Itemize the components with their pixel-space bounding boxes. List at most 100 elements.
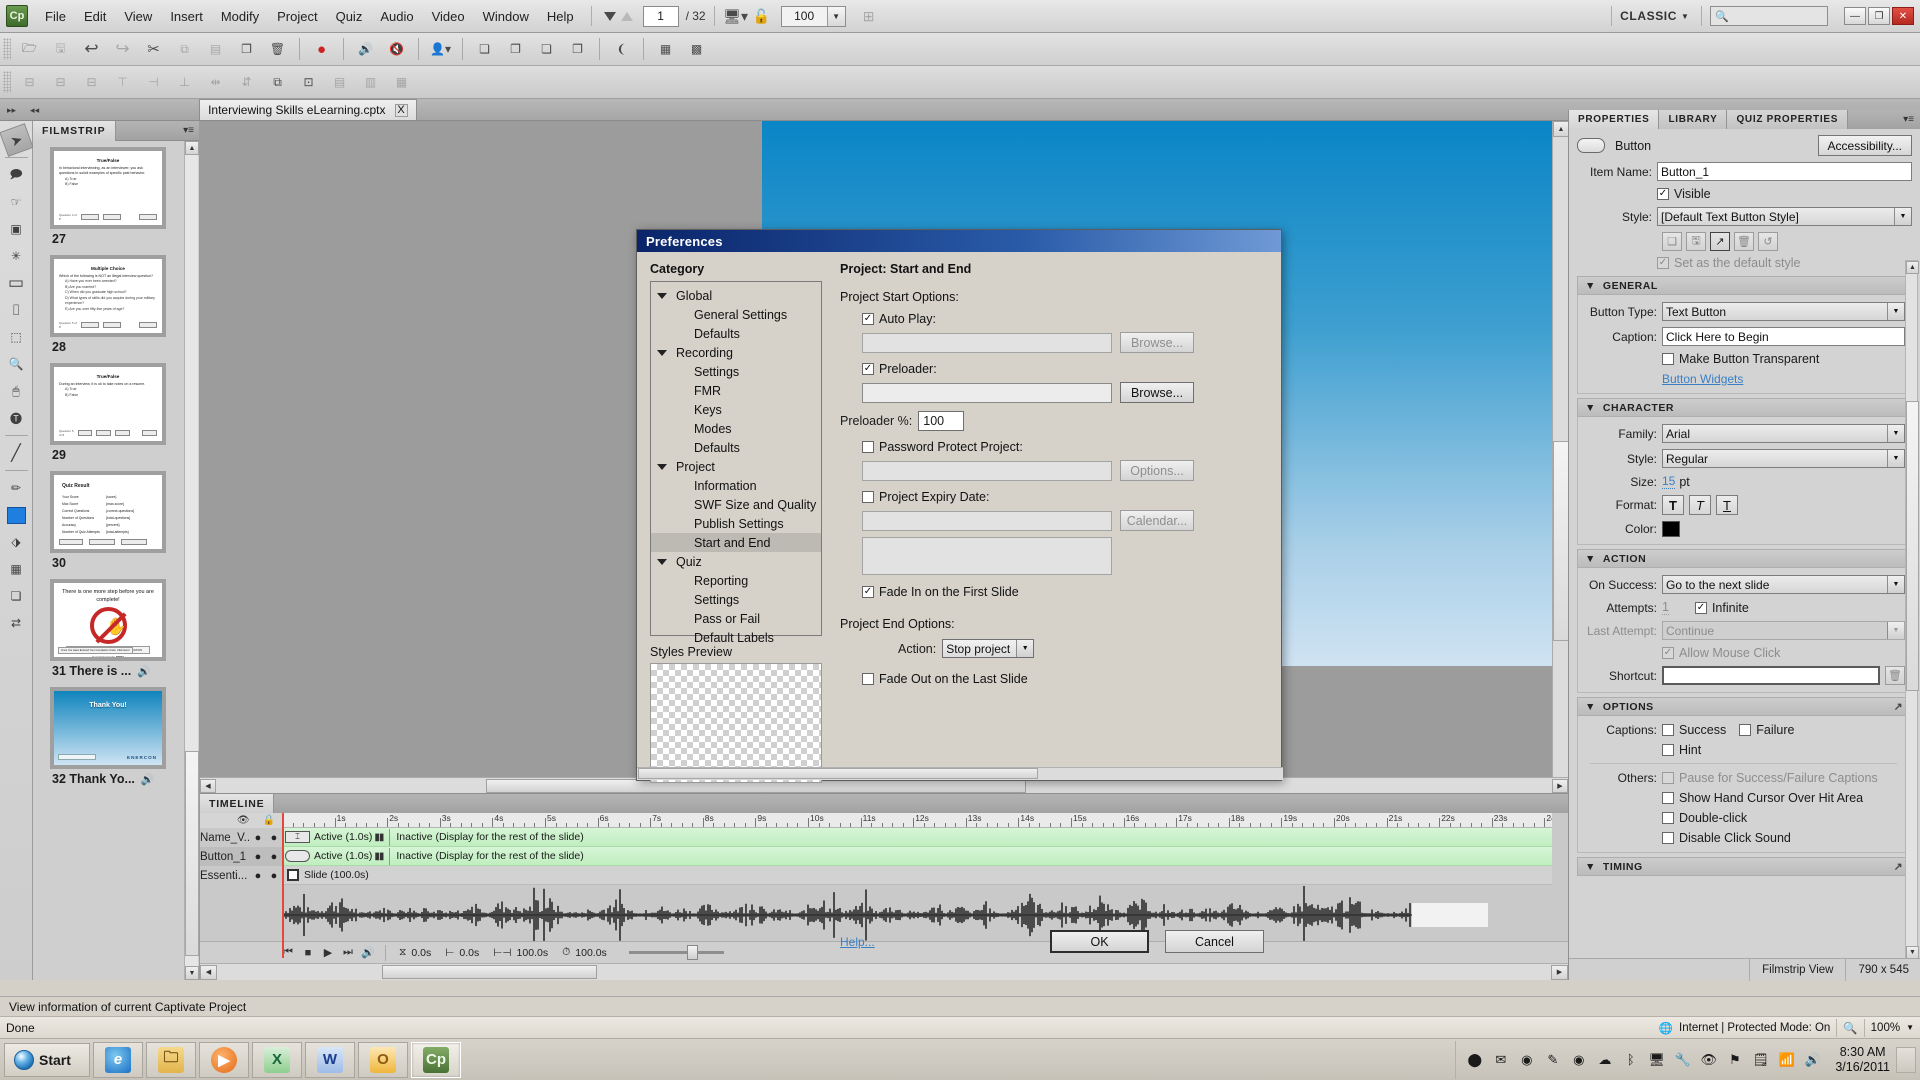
scroll-up-icon[interactable]: ▲ xyxy=(1553,121,1569,137)
chevron-down-icon[interactable]: ▼ xyxy=(1585,553,1596,565)
text-color-swatch[interactable] xyxy=(1662,521,1680,537)
tray-sync-icon[interactable]: ☁ xyxy=(1596,1051,1613,1068)
scrollbar-thumb[interactable] xyxy=(638,768,1038,779)
category-item-start-and-end[interactable]: Start and End xyxy=(651,533,821,552)
auto-play-input[interactable] xyxy=(862,332,1112,353)
double-click-checkbox[interactable] xyxy=(1662,812,1674,824)
align-top-icon[interactable]: ⊤ xyxy=(107,69,138,96)
stage-vertical-scrollbar[interactable]: ▲ ▼ xyxy=(1552,121,1569,793)
scrollbar-thumb[interactable] xyxy=(1906,401,1919,691)
chevron-down-icon[interactable]: ▼ xyxy=(826,6,845,26)
next-slide-icon[interactable] xyxy=(603,11,616,21)
filmstrip-scrollbar[interactable]: ▲ ▼ xyxy=(184,141,199,980)
category-item-quiz[interactable]: Quiz xyxy=(651,552,821,571)
expiry-date-checkbox[interactable] xyxy=(862,491,874,503)
success-caption-checkbox[interactable] xyxy=(1662,724,1674,736)
redo-icon[interactable]: ↪ xyxy=(107,36,138,63)
timeline-track[interactable]: ⌶ Active (1.0s) ▮▮ Inactive (Display for… xyxy=(282,828,1552,847)
font-size-value[interactable]: 15 xyxy=(1662,474,1676,489)
image-slide-icon[interactable]: ❏ xyxy=(531,36,562,63)
character-icon[interactable]: 👤▾ xyxy=(425,36,456,63)
visibility-toggle[interactable]: ● xyxy=(250,851,266,863)
auto-play-checkbox-group[interactable]: ✓ Auto Play: xyxy=(862,312,936,326)
category-item-project[interactable]: Project xyxy=(651,457,821,476)
pencil-tool[interactable]: ✏ xyxy=(3,475,30,501)
menu-window[interactable]: Window xyxy=(474,5,538,28)
scroll-left-icon[interactable]: ◀ xyxy=(200,778,216,793)
text-caption-icon[interactable]: ❨ xyxy=(606,36,637,63)
show-desktop-button[interactable] xyxy=(1896,1046,1916,1073)
menu-file[interactable]: File xyxy=(36,5,75,28)
accessibility-button[interactable]: Accessibility... xyxy=(1817,135,1912,156)
open-icon[interactable]: 🗁 xyxy=(14,36,45,63)
category-item-settings[interactable]: Settings xyxy=(651,362,821,381)
mouse-tool[interactable]: 🖱 xyxy=(3,378,30,404)
section-header-options[interactable]: ▼ OPTIONS ↗ xyxy=(1577,697,1912,716)
slide-thumbnail[interactable]: Quiz Result Your Score {score} Max Score {… xyxy=(50,471,166,553)
hand-cursor-checkbox[interactable] xyxy=(1662,792,1674,804)
ungroup-icon[interactable]: ▥ xyxy=(355,69,386,96)
menu-project[interactable]: Project xyxy=(268,5,326,28)
collapse-panels-icon[interactable]: ◂◂ xyxy=(23,100,46,120)
start-button[interactable]: Start xyxy=(4,1042,90,1077)
menu-edit[interactable]: Edit xyxy=(75,5,115,28)
chevron-down-icon[interactable] xyxy=(657,463,667,470)
apply-to-all-icon[interactable]: ↗ xyxy=(1894,861,1903,873)
expiry-message-input[interactable] xyxy=(862,537,1112,575)
previous-slide-icon[interactable] xyxy=(620,11,633,21)
distribute-h-icon[interactable]: ⇹ xyxy=(200,69,231,96)
tray-antivirus-icon[interactable]: ◉ xyxy=(1570,1051,1587,1068)
dialog-horizontal-scrollbar[interactable] xyxy=(637,767,1283,780)
selection-tool[interactable]: ➤ xyxy=(0,123,34,157)
chevron-down-icon[interactable] xyxy=(657,558,667,565)
slide-thumbnail[interactable]: Multiple Choice Which of the following i… xyxy=(50,255,166,337)
slide-thumbnail[interactable]: True/False During an interview, it is ok… xyxy=(50,363,166,445)
tray-eye-icon[interactable]: 👁 xyxy=(1700,1051,1718,1068)
scroll-down-icon[interactable]: ▼ xyxy=(185,966,199,980)
caption-input[interactable]: Click Here to Begin xyxy=(1662,327,1905,346)
align-right-icon[interactable]: ⊟ xyxy=(76,69,107,96)
list-item[interactable]: There is one more step before you are co… xyxy=(41,579,196,685)
panel-menu-icon[interactable]: ▾≡ xyxy=(1903,114,1914,125)
tray-bluetooth-icon[interactable]: ᛒ xyxy=(1622,1051,1639,1068)
tab-quiz-properties[interactable]: QUIZ PROPERTIES xyxy=(1727,110,1849,129)
align-center-icon[interactable]: ⊟ xyxy=(45,69,76,96)
category-item-general-settings[interactable]: General Settings xyxy=(651,305,821,324)
cut-icon[interactable]: ✂ xyxy=(138,36,169,63)
section-header-timing[interactable]: ▼ TIMING ↗ xyxy=(1577,857,1912,876)
category-item-reporting[interactable]: Reporting xyxy=(651,571,821,590)
play-button[interactable]: ▶ xyxy=(318,946,338,959)
maximize-button[interactable]: ❐ xyxy=(1868,7,1890,25)
duplicate-icon[interactable]: ❐ xyxy=(231,36,262,63)
workspace-label[interactable]: CLASSIC xyxy=(1620,9,1677,23)
timeline-track[interactable]: Active (1.0s) ▮▮ Inactive (Display for t… xyxy=(282,847,1552,866)
zoom-magnifier-icon[interactable]: 🔍 xyxy=(1843,1021,1857,1035)
timeline-row-name[interactable]: Essenti... ● ● xyxy=(200,866,282,885)
bring-forward-tool[interactable]: ❏ xyxy=(3,583,30,609)
fade-in-checkbox-group[interactable]: ✓ Fade In on the First Slide xyxy=(862,585,1019,599)
failure-caption-checkbox[interactable] xyxy=(1739,724,1752,736)
chevron-down-icon[interactable]: ▼ xyxy=(1585,701,1596,713)
zoom-value[interactable]: 100 xyxy=(782,9,827,23)
timeline-horizontal-scrollbar[interactable]: ◀ ▶ xyxy=(200,963,1568,980)
toolbar-grip[interactable] xyxy=(3,71,11,93)
resize-same-icon[interactable]: ⧉ xyxy=(262,69,293,96)
distribute-v-icon[interactable]: ⇵ xyxy=(231,69,262,96)
chevron-down-icon[interactable]: ▼ xyxy=(1585,280,1596,292)
scroll-right-icon[interactable]: ▶ xyxy=(1552,778,1568,793)
chevron-down-icon[interactable]: ▼ xyxy=(1016,640,1034,657)
toolbar-grip[interactable] xyxy=(3,38,11,60)
rollover-caption-tool[interactable]: ☞ xyxy=(3,189,30,215)
group-icon[interactable]: ▤ xyxy=(324,69,355,96)
record-icon[interactable]: ● xyxy=(306,36,337,63)
category-item-defaults[interactable]: Defaults xyxy=(651,324,821,343)
category-item-pass-or-fail[interactable]: Pass or Fail xyxy=(651,609,821,628)
fade-out-checkbox-group[interactable]: Fade Out on the Last Slide xyxy=(862,672,1028,686)
section-header-character[interactable]: ▼ CHARACTER xyxy=(1577,398,1912,417)
fill-color-tool[interactable] xyxy=(3,502,30,528)
close-tab-icon[interactable]: X xyxy=(394,103,408,117)
chevron-down-icon[interactable]: ▼ xyxy=(1887,303,1904,320)
text-caption-tool[interactable]: 🗩 xyxy=(3,162,30,188)
category-item-keys[interactable]: Keys xyxy=(651,400,821,419)
zoom-slider-knob[interactable] xyxy=(686,945,698,960)
